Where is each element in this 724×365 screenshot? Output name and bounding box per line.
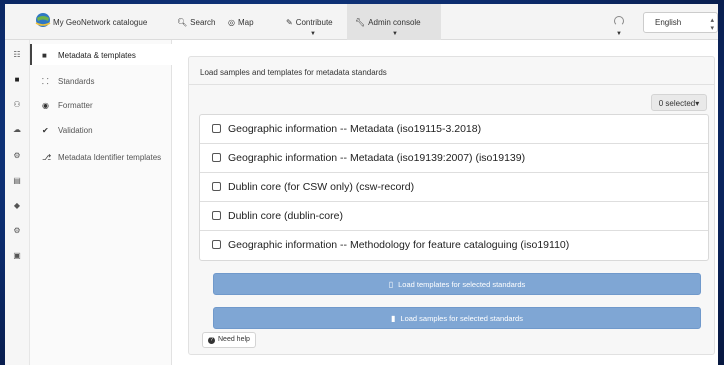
standard-label: Dublin core (for CSW only) (csw-record) (228, 181, 415, 193)
nav-admin-console[interactable]: 🔧︎ Admin console (355, 18, 421, 27)
language-value: English (655, 18, 682, 27)
standard-checkbox[interactable] (212, 153, 221, 162)
admin-side-menu: ■ Metadata & templates ⸬ Standards ◉ Format… (30, 40, 172, 365)
list-item[interactable]: Geographic information -- Metadata (iso1… (200, 115, 708, 144)
icon-rail: ☷ ■ ⚇ ☁ ⚙ ▤ ◆ ⚙ ▣ (5, 40, 30, 365)
load-templates-label: Load templates for selected standards (398, 280, 526, 289)
language-select[interactable]: English ▴ ▾ (643, 12, 718, 33)
file-icon: ▮ (391, 314, 396, 323)
selected-count-dropdown[interactable]: 0 selected▾ (651, 94, 707, 111)
globe-icon: ◎ (228, 18, 235, 27)
menu-item-label: Formatter (58, 101, 93, 110)
cloud-icon[interactable]: ☁ (11, 124, 23, 136)
contribute-caret-icon: ▼ (310, 31, 316, 37)
question-icon: ? (208, 337, 215, 344)
menu-item-label: Validation (58, 126, 93, 135)
catalogue-name[interactable]: My GeoNetwork catalogue (53, 18, 147, 27)
standard-label: Geographic information -- Metadata (iso1… (228, 152, 526, 164)
need-help-button[interactable]: ? Need help (202, 332, 256, 348)
nav-admin-console-label: Admin console (368, 18, 421, 27)
standard-label: Dublin core (dublin-core) (228, 210, 343, 222)
search-icon: 🔍︎ (177, 18, 188, 27)
menu-item-label: Metadata Identifier templates (58, 153, 162, 162)
menu-item-label: Standards (58, 77, 95, 86)
archive-icon[interactable]: ■ (11, 74, 23, 86)
menu-item-metadata-identifier-templates[interactable]: ⎇ Metadata Identifier templates (30, 146, 172, 180)
list-item[interactable]: Dublin core (dublin-core) (200, 202, 708, 231)
app-window: My GeoNetwork catalogue 🔍︎ Search ◎ Map ✎ C… (5, 4, 718, 365)
standard-label: Geographic information -- Metadata (iso1… (228, 123, 482, 135)
cogs-icon[interactable]: ⚙ (11, 150, 23, 162)
tags-icon[interactable]: ◆ (11, 200, 23, 212)
eye-icon: ◉ (42, 101, 49, 110)
standard-checkbox[interactable] (212, 211, 221, 220)
standard-checkbox[interactable] (212, 240, 221, 249)
nav-search-label: Search (190, 18, 216, 27)
load-samples-button[interactable]: ▮ Load samples for selected standards (213, 307, 701, 329)
top-navbar: My GeoNetwork catalogue 🔍︎ Search ◎ Map ✎ C… (5, 4, 718, 40)
user-icon[interactable] (614, 16, 624, 26)
list-item[interactable]: Geographic information -- Metadata (iso1… (200, 144, 708, 173)
standard-checkbox[interactable] (212, 182, 221, 191)
menu-item-metadata-templates[interactable]: ■ Metadata & templates (30, 44, 172, 65)
list-item[interactable]: Geographic information -- Methodology fo… (200, 231, 708, 260)
grid-icon[interactable]: ☷ (11, 49, 23, 61)
settings-icon[interactable]: ⚙ (11, 225, 23, 237)
wrench-icon: 🔧︎ (355, 18, 366, 27)
standard-checkbox[interactable] (212, 124, 221, 133)
need-help-label: Need help (218, 336, 250, 343)
archive-icon: ■ (42, 51, 47, 60)
menu-item-formatter[interactable]: ◉ Formatter (30, 95, 172, 115)
select-arrows-icon: ▴ ▾ (710, 17, 714, 32)
standards-panel: Load samples and templates for metadata … (188, 56, 715, 355)
geonetwork-logo-icon[interactable] (33, 11, 53, 29)
sitemap-icon: ⸬ (42, 77, 49, 86)
standard-label: Geographic information -- Methodology fo… (228, 239, 570, 251)
nav-contribute[interactable]: ✎ Contribute (286, 18, 333, 27)
nav-map-label: Map (237, 18, 254, 27)
nav-map[interactable]: ◎ Map (228, 18, 254, 27)
load-templates-button[interactable]: ▯ Load templates for selected standards (213, 273, 701, 295)
panel-title: Load samples and templates for metadata … (189, 57, 714, 85)
key-icon: ⎇ (42, 153, 52, 162)
menu-item-standards[interactable]: ⸬ Standards (30, 70, 172, 90)
nav-search[interactable]: 🔍︎ Search (177, 18, 216, 27)
list-item[interactable]: Dublin core (for CSW only) (csw-record) (200, 173, 708, 202)
menu-item-validation[interactable]: ✔ Validation (30, 120, 172, 140)
file-outline-icon: ▯ (388, 280, 394, 289)
user-caret-icon: ▼ (616, 31, 622, 37)
database-icon[interactable]: ▣ (11, 250, 23, 262)
standards-list: Geographic information -- Metadata (iso1… (199, 114, 709, 261)
menu-item-label: Metadata & templates (58, 51, 136, 60)
selected-count-label: 0 selected (658, 99, 696, 108)
admin-caret-icon: ▼ (392, 31, 398, 37)
nav-contribute-label: Contribute (295, 18, 333, 27)
users-icon[interactable]: ⚇ (11, 99, 23, 111)
load-samples-label: Load samples for selected standards (400, 314, 523, 323)
check-icon: ✔ (42, 126, 49, 135)
caret-down-icon: ▾ (695, 99, 700, 108)
pencil-icon: ✎ (286, 18, 293, 27)
file-icon[interactable]: ▤ (11, 175, 23, 187)
